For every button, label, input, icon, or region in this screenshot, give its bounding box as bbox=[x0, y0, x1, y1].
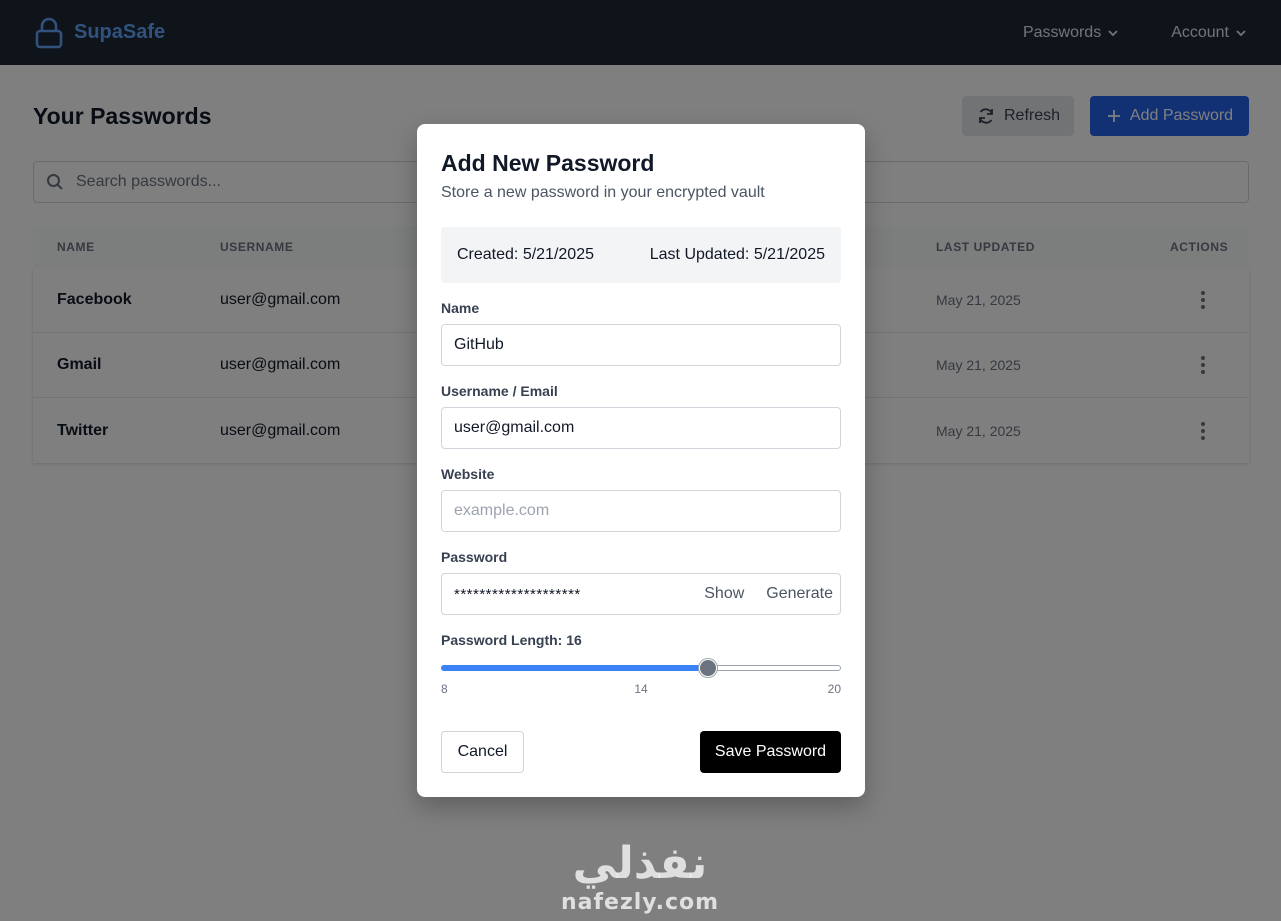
password-value[interactable]: ******************** bbox=[454, 586, 697, 603]
website-field[interactable] bbox=[441, 490, 841, 532]
watermark-latin: nafezly.com bbox=[560, 890, 720, 915]
password-length-label: Password Length: 16 bbox=[441, 632, 582, 648]
username-field[interactable] bbox=[441, 407, 841, 449]
save-password-button[interactable]: Save Password bbox=[700, 731, 841, 773]
name-field[interactable] bbox=[441, 324, 841, 366]
password-label: Password bbox=[441, 549, 508, 565]
dialog-actions: Cancel Save Password bbox=[441, 731, 841, 773]
password-length-slider[interactable] bbox=[441, 656, 841, 678]
slider-ticks: 8 14 20 bbox=[441, 682, 841, 698]
show-password-button[interactable]: Show bbox=[697, 585, 751, 603]
meta-info: Created: 5/21/2025 Last Updated: 5/21/20… bbox=[441, 227, 841, 283]
slider-tick-label: 14 bbox=[634, 682, 648, 696]
password-field[interactable]: ******************** Show Generate bbox=[441, 573, 841, 615]
cancel-button[interactable]: Cancel bbox=[441, 731, 524, 773]
dialog-title: Add New Password bbox=[441, 150, 655, 176]
watermark-logo: نفذلي nafezly.com bbox=[520, 838, 760, 915]
website-label: Website bbox=[441, 466, 495, 482]
generate-password-button[interactable]: Generate bbox=[759, 585, 840, 603]
created-date: Created: 5/21/2025 bbox=[457, 246, 594, 263]
slider-tick-label: 20 bbox=[827, 682, 841, 696]
name-label: Name bbox=[441, 300, 480, 316]
last-updated-date: Last Updated: 5/21/2025 bbox=[649, 246, 825, 263]
username-label: Username / Email bbox=[441, 383, 558, 399]
slider-thumb[interactable] bbox=[698, 659, 717, 677]
slider-fill bbox=[441, 665, 708, 671]
watermark-arabic: نفذلي bbox=[572, 838, 708, 889]
add-password-dialog: Add New Password Store a new password in… bbox=[417, 124, 865, 797]
dialog-subtitle: Store a new password in your encrypted v… bbox=[441, 184, 765, 201]
slider-tick-label: 8 bbox=[441, 682, 448, 696]
